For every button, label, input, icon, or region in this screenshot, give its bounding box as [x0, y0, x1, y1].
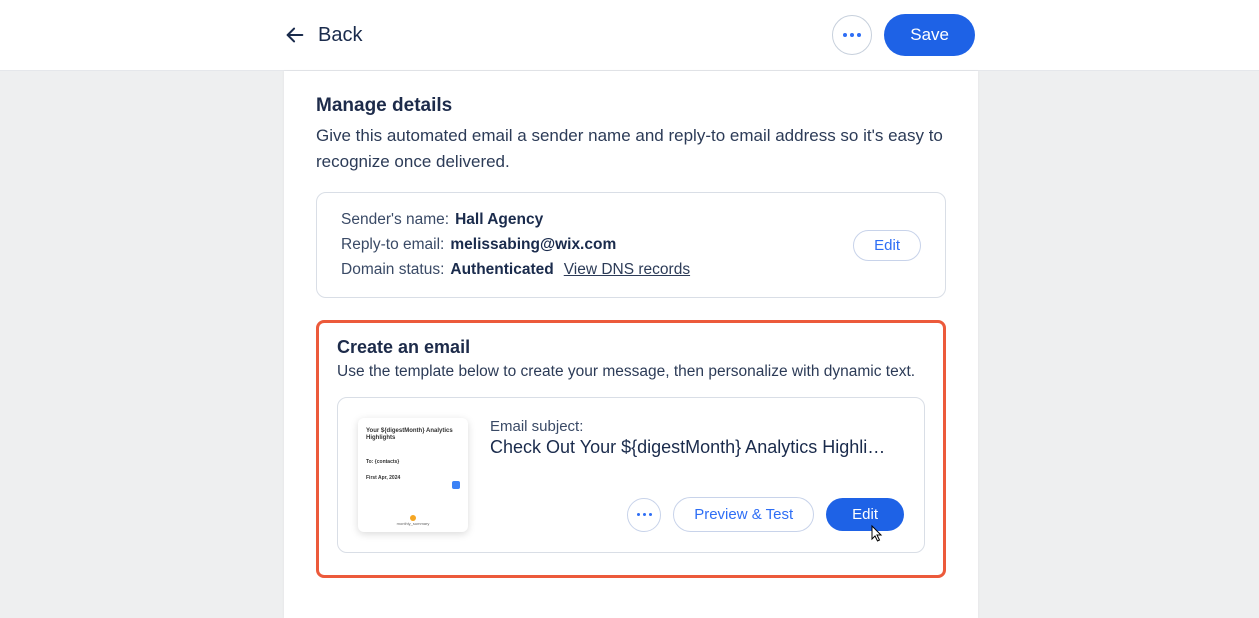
arrow-left-icon [284, 24, 306, 46]
email-info: Email subject: Check Out Your ${digestMo… [490, 418, 904, 532]
reply-to-value: melissabing@wix.com [450, 236, 616, 254]
view-dns-records-link[interactable]: View DNS records [564, 261, 690, 279]
email-subject-label: Email subject: [490, 418, 904, 435]
email-thumbnail: Your ${digestMonth} Analytics Highlights… [358, 418, 468, 532]
reply-to-label: Reply-to email: [341, 236, 444, 254]
create-email-description: Use the template below to create your me… [337, 360, 925, 383]
more-actions-button[interactable] [832, 15, 872, 55]
topbar-actions: Save [832, 14, 975, 56]
sender-name-label: Sender's name: [341, 211, 449, 229]
back-label: Back [318, 24, 362, 47]
sender-details-rows: Sender's name: Hall Agency Reply-to emai… [341, 211, 690, 279]
create-email-section: Create an email Use the template below t… [316, 320, 946, 578]
sender-name-value: Hall Agency [455, 211, 543, 229]
domain-status-label: Domain status: [341, 261, 444, 279]
edit-email-button[interactable]: Edit [826, 498, 904, 531]
sender-details-card: Sender's name: Hall Agency Reply-to emai… [316, 192, 946, 298]
domain-status-row: Domain status: Authenticated View DNS re… [341, 261, 690, 279]
email-actions: Preview & Test Edit [490, 497, 904, 532]
save-button[interactable]: Save [884, 14, 975, 56]
more-horizontal-icon [637, 513, 652, 516]
manage-details-section: Manage details Give this automated email… [316, 95, 946, 298]
manage-details-title: Manage details [316, 95, 946, 117]
more-horizontal-icon [843, 33, 861, 37]
thumbnail-title: Your ${digestMonth} Analytics Highlights [366, 428, 460, 442]
sender-name-row: Sender's name: Hall Agency [341, 211, 690, 229]
top-bar: Back Save [0, 0, 1259, 71]
email-subject-value: Check Out Your ${digestMonth} Analytics … [490, 437, 904, 458]
reply-to-row: Reply-to email: melissabing@wix.com [341, 236, 690, 254]
manage-details-description: Give this automated email a sender name … [316, 123, 946, 174]
create-email-title: Create an email [337, 337, 925, 358]
edit-details-button[interactable]: Edit [853, 230, 921, 261]
main-panel: Manage details Give this automated email… [284, 71, 978, 618]
domain-status-value: Authenticated [450, 261, 553, 279]
email-template-card: Your ${digestMonth} Analytics Highlights… [337, 397, 925, 553]
email-more-button[interactable] [627, 498, 661, 532]
preview-test-button[interactable]: Preview & Test [673, 497, 814, 532]
back-button[interactable]: Back [284, 24, 362, 47]
